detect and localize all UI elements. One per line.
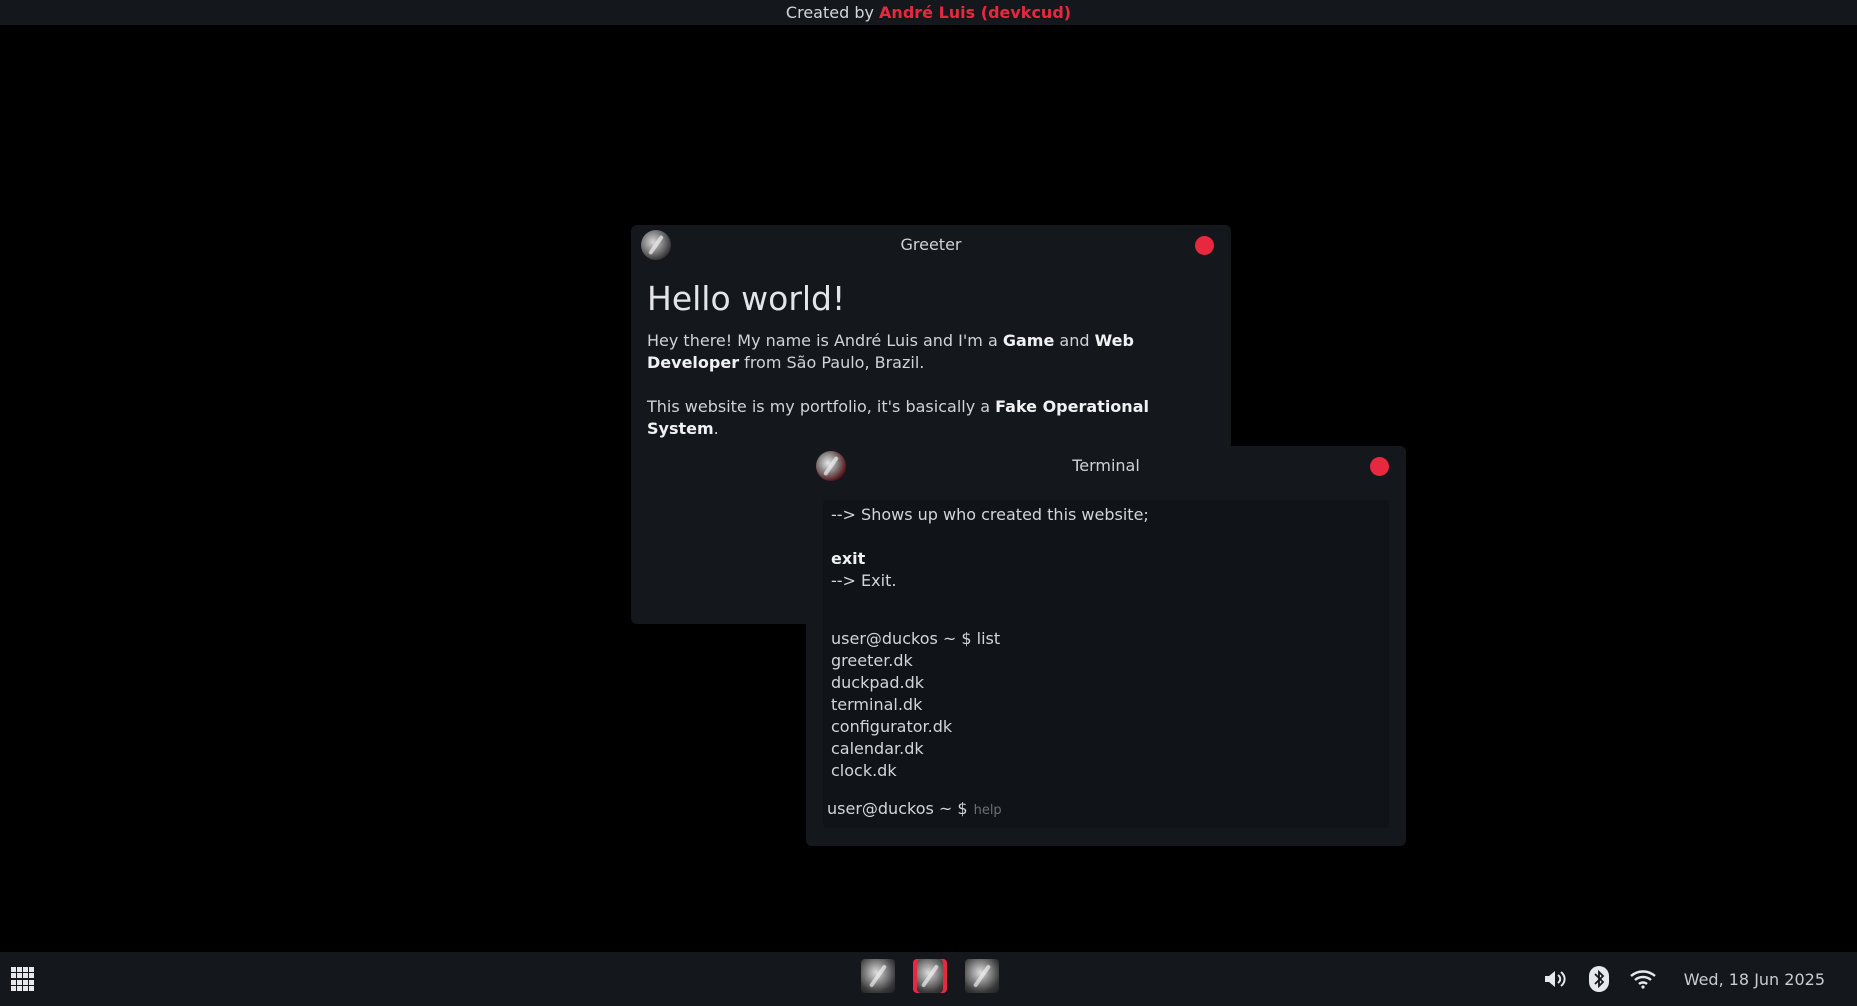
- greeter-body: Hello world! Hey there! My name is André…: [631, 265, 1231, 476]
- system-tray: Wed, 18 Jun 2025: [1542, 952, 1857, 1006]
- taskbar-app-terminal[interactable]: [913, 959, 947, 993]
- greeter-portfolio: This website is my portfolio, it's basic…: [647, 396, 1215, 440]
- terminal-titlebar[interactable]: Terminal: [806, 446, 1406, 486]
- greeter-close-button[interactable]: [1195, 236, 1214, 255]
- terminal-file: greeter.dk: [831, 651, 913, 670]
- author-link[interactable]: André Luis (devkcud): [879, 3, 1071, 22]
- terminal-title: Terminal: [1072, 456, 1140, 475]
- greeter-title: Greeter: [900, 235, 962, 254]
- terminal-output: --> Shows up who created this website; e…: [823, 500, 1389, 786]
- bluetooth-icon[interactable]: [1586, 966, 1612, 992]
- terminal-line: --> Shows up who created this website;: [831, 505, 1149, 524]
- intro-prefix: Hey there! My name is André Luis and I'm…: [647, 331, 1003, 350]
- apps-grid-icon[interactable]: [11, 967, 35, 991]
- intro-and: and: [1054, 331, 1095, 350]
- portfolio-suffix: .: [713, 419, 719, 438]
- terminal-input[interactable]: [973, 803, 1274, 818]
- portfolio-prefix: This website is my portfolio, it's basic…: [647, 397, 996, 416]
- taskbar-app[interactable]: [965, 959, 999, 993]
- greeter-intro: Hey there! My name is André Luis and I'm…: [647, 330, 1215, 374]
- terminal-file: clock.dk: [831, 761, 897, 780]
- taskbar-apps: [861, 959, 999, 995]
- terminal-prompt: user@duckos ~ $: [827, 799, 968, 818]
- terminal-file: configurator.dk: [831, 717, 953, 736]
- created-by-label: Created by: [785, 3, 874, 22]
- terminal-output-area[interactable]: --> Shows up who created this website; e…: [823, 500, 1389, 828]
- greeter-titlebar[interactable]: Greeter: [631, 225, 1231, 265]
- terminal-line: user@duckos ~ $ list: [831, 629, 1001, 648]
- clock-date[interactable]: Wed, 18 Jun 2025: [1684, 970, 1825, 989]
- terminal-window: Terminal --> Shows up who created this w…: [806, 446, 1406, 846]
- volume-icon[interactable]: [1542, 966, 1568, 992]
- taskbar-app-greeter[interactable]: [861, 959, 895, 993]
- terminal-close-button[interactable]: [1370, 457, 1389, 476]
- terminal-line: --> Exit.: [831, 571, 897, 590]
- wifi-icon[interactable]: [1629, 966, 1656, 992]
- top-bar: Created by André Luis (devkcud): [0, 0, 1857, 25]
- terminal-cmd-exit: exit: [831, 549, 866, 568]
- greeter-heading: Hello world!: [647, 279, 846, 318]
- terminal-line: exit: [831, 548, 1381, 570]
- terminal-file: calendar.dk: [831, 739, 924, 758]
- terminal-prompt-row: user@duckos ~ $: [827, 794, 1274, 824]
- terminal-file: duckpad.dk: [831, 673, 924, 692]
- intro-suffix: from São Paulo, Brazil.: [739, 353, 925, 372]
- intro-game: Game: [1002, 331, 1055, 350]
- terminal-file: terminal.dk: [831, 695, 923, 714]
- taskbar: Wed, 18 Jun 2025: [0, 952, 1857, 1006]
